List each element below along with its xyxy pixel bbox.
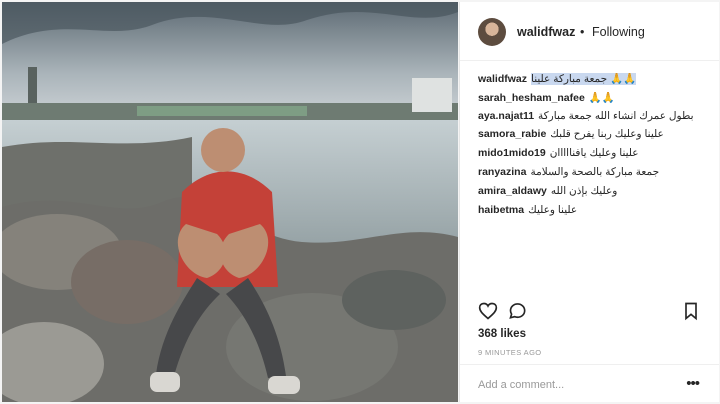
follow-status[interactable]: Following [592, 25, 645, 39]
comment: amira_aldawy وعليك بإذن الله [478, 185, 714, 204]
comment-text: جمعة مباركة علينا 🙏🙏 [531, 73, 637, 85]
add-comment-bar: Add a comment... ••• [460, 364, 719, 403]
comment: samora_rabie علينا وعليك ربنا يفرح قلبك [478, 128, 714, 147]
separator-dot: • [580, 25, 585, 39]
instagram-post-frame: walidfwaz • Following walidfwaz جمعة مبار… [0, 0, 720, 404]
avatar[interactable] [478, 18, 506, 46]
comment-list: walidfwaz جمعة مباركة علينا 🙏🙏 sarah_hesh… [478, 72, 714, 222]
comment: walidfwaz جمعة مباركة علينا 🙏🙏 [478, 72, 714, 91]
comment: haibetma علينا وعليك [478, 204, 714, 223]
comment-username[interactable]: mido1mido19 [478, 147, 546, 159]
comment-text: وعليك بإذن الله [550, 184, 618, 197]
post-time: 9 MINUTES AGO [478, 348, 542, 357]
more-options-button[interactable]: ••• [686, 375, 700, 392]
bookmark-icon[interactable] [681, 301, 701, 321]
comment-text: علينا وعليك [528, 203, 578, 216]
add-comment-input[interactable]: Add a comment... [478, 379, 564, 391]
post-username[interactable]: walidfwaz [517, 25, 575, 39]
comment: mido1mido19 علينا وعليك يافنااااان [478, 147, 714, 166]
seaside-photo-illustration [2, 2, 458, 402]
comment-username[interactable]: aya.najat11 [478, 110, 534, 122]
comment-username[interactable]: samora_rabie [478, 128, 546, 140]
post-actions [478, 301, 700, 323]
comment-bubble-icon[interactable] [508, 301, 528, 321]
comment: sarah_hesham_nafee 🙏🙏 [478, 91, 714, 110]
comment-username[interactable]: ranyazina [478, 166, 526, 178]
likes-count[interactable]: 368 likes [478, 328, 526, 340]
heart-icon[interactable] [478, 301, 498, 321]
comment-text: 🙏🙏 [588, 91, 615, 104]
post-side-panel: walidfwaz • Following walidfwaz جمعة مبار… [459, 2, 719, 402]
comment-text: بطول عمرك انشاء الله جمعة مباركة [538, 109, 694, 122]
comment: aya.najat11 بطول عمرك انشاء الله جمعة مبا… [478, 110, 714, 129]
comment-username[interactable]: haibetma [478, 204, 524, 216]
post-header: walidfwaz • Following [460, 2, 719, 61]
comment-text: جمعة مباركة بالصحة والسلامة [530, 165, 660, 178]
comment-text: علينا وعليك ربنا يفرح قلبك [550, 128, 664, 141]
comment-username[interactable]: amira_aldawy [478, 185, 547, 197]
comment-username[interactable]: walidfwaz [478, 73, 527, 85]
comment-username[interactable]: sarah_hesham_nafee [478, 92, 585, 104]
post-photo[interactable] [2, 2, 458, 402]
comment: ranyazina جمعة مباركة بالصحة والسلامة [478, 166, 714, 185]
comment-text: علينا وعليك يافنااااان [549, 147, 639, 160]
